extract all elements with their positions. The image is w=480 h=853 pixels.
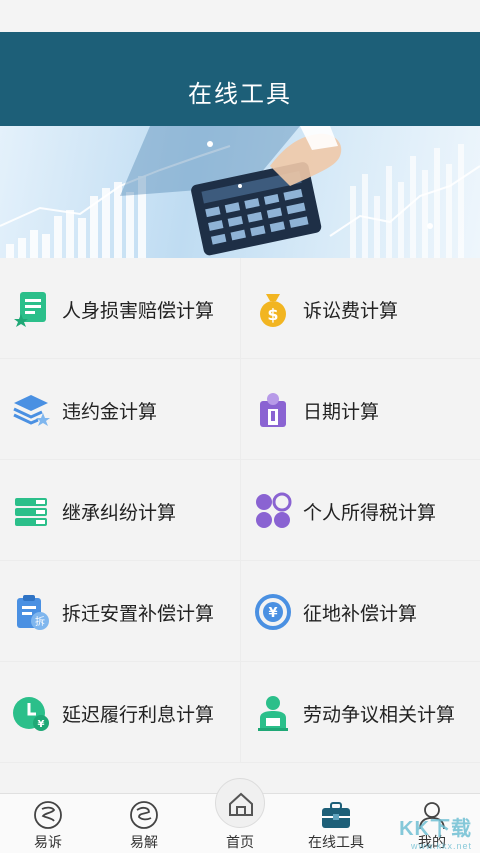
home-icon	[229, 792, 253, 816]
tool-delayed-interest[interactable]: ¥ 延迟履行利息计算	[0, 662, 240, 763]
tool-inheritance[interactable]: 继承纠纷计算	[0, 460, 240, 561]
tool-label: 继承纠纷计算	[62, 503, 177, 524]
layers-star-icon	[13, 395, 50, 426]
svg-text:¥: ¥	[38, 719, 45, 730]
tool-labor-dispute[interactable]: 劳动争议相关计算	[240, 662, 480, 763]
tool-label: 日期计算	[303, 402, 380, 423]
tool-liquidated-damages[interactable]: 违约金计算	[0, 359, 240, 460]
tool-label: 个人所得税计算	[303, 503, 437, 524]
tool-land-compensation[interactable]: ¥ 征地补偿计算	[240, 561, 480, 662]
watermark-text: KK下载	[399, 818, 472, 840]
clock-yen-icon: ¥	[13, 697, 49, 731]
tool-label: 征地补偿计算	[303, 604, 418, 625]
tab-label: 在线工具	[308, 834, 364, 850]
yisu-icon	[34, 801, 62, 829]
header-bar: 在线工具	[0, 32, 480, 126]
yijie-icon	[130, 801, 158, 829]
svg-text:$: $	[267, 305, 278, 324]
tool-label: 违约金计算	[62, 402, 158, 423]
clipboard-demolish-icon: 拆	[17, 595, 49, 630]
tool-label: 诉讼费计算	[303, 301, 399, 322]
tool-label: 劳动争议相关计算	[303, 705, 456, 726]
page-title: 在线工具	[188, 81, 292, 108]
tool-litigation-fee[interactable]: $ 诉讼费计算	[240, 258, 480, 359]
tool-label: 人身损害赔偿计算	[62, 301, 215, 322]
banner-illustration	[0, 126, 480, 258]
tool-demolition-compensation[interactable]: 拆 拆迁安置补偿计算	[0, 561, 240, 662]
flower-grid-icon	[256, 492, 292, 528]
watermark-url: www.kkx.net	[410, 841, 472, 851]
tool-date-calc[interactable]: 日期计算	[240, 359, 480, 460]
tool-personal-injury[interactable]: 人身损害赔偿计算	[0, 258, 240, 359]
tool-label: 延迟履行利息计算	[62, 705, 215, 726]
tab-label: 首页	[226, 834, 254, 850]
tab-label: 易解	[130, 834, 158, 850]
tab-online-tools[interactable]: 在线工具	[288, 794, 384, 853]
tab-label: 易诉	[34, 834, 62, 850]
tab-yijie[interactable]: 易解	[96, 794, 192, 853]
banner-image	[0, 126, 480, 258]
watermark: KK下载 www.kkx.net	[399, 812, 472, 851]
book-stack-icon	[15, 498, 47, 526]
svg-text:¥: ¥	[268, 606, 277, 621]
document-star-icon	[14, 292, 46, 327]
tab-yisu[interactable]: 易诉	[0, 794, 96, 853]
tool-income-tax[interactable]: 个人所得税计算	[240, 460, 480, 561]
home-button[interactable]	[215, 778, 265, 828]
status-bar	[0, 0, 480, 32]
toolbox-icon	[322, 802, 350, 828]
yen-coin-icon: ¥	[255, 594, 291, 630]
money-bag-icon: $	[260, 294, 286, 327]
tool-label: 拆迁安置补偿计算	[62, 604, 215, 625]
worker-icon	[258, 696, 288, 731]
calendar-person-icon	[260, 393, 286, 427]
svg-text:拆: 拆	[35, 615, 45, 628]
